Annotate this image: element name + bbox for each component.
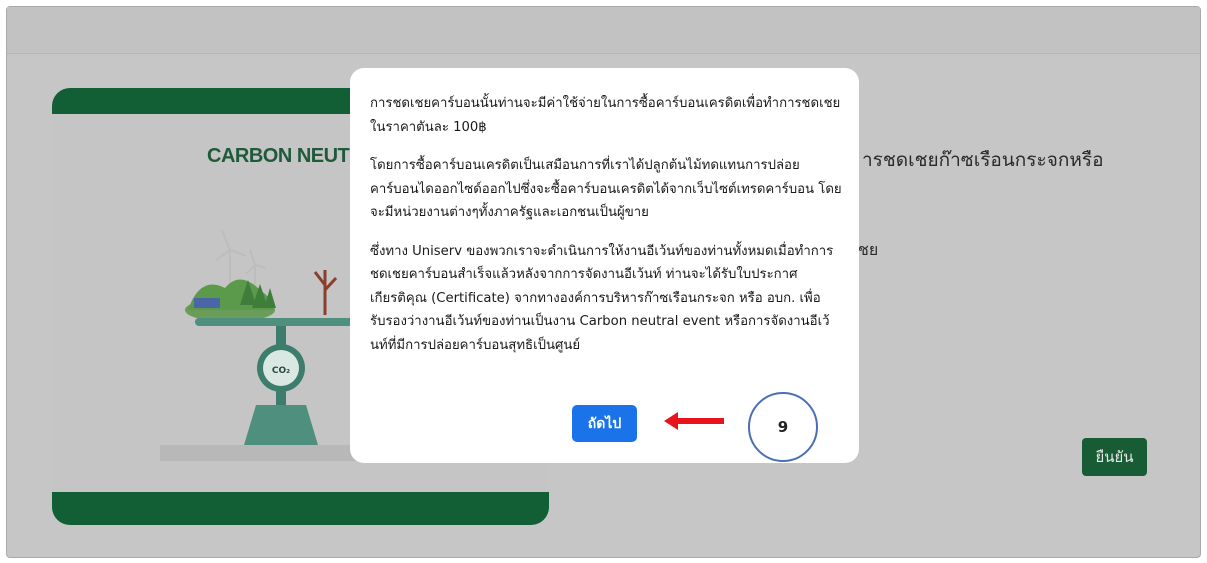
card-title: CARBON NEUT <box>207 145 350 167</box>
step-number-badge: 9 <box>748 392 818 462</box>
modal-paragraph-credit: โดยการซื้อคาร์บอนเครดิตเป็นเสมือนการที่เ… <box>370 158 842 220</box>
modal-body[interactable]: การชดเชยคาร์บอนนั้นท่านจะมีค่าใช้จ่ายในก… <box>370 92 845 388</box>
solar-panel-icon <box>194 298 220 308</box>
background-subtext: ชย <box>858 240 879 259</box>
top-bar <box>7 7 1200 54</box>
co2-label: CO₂ <box>272 366 290 376</box>
modal-paragraph-certificate: ซึ่งทาง Uniserv ของพวกเราจะดำเนินการให้ง… <box>370 243 834 353</box>
carbon-scale-illustration: CO₂ <box>160 229 360 461</box>
step-number: 9 <box>777 418 789 436</box>
next-button[interactable]: ถัดไป <box>572 405 637 442</box>
dead-tree-icon <box>313 270 338 315</box>
background-heading: ารชดเชยก๊าซเรือนกระจกหรือ <box>862 149 1104 171</box>
red-arrow-annotation-icon <box>664 412 724 430</box>
card-bottom-band <box>52 492 549 525</box>
modal-paragraph-cost: การชดเชยคาร์บอนนั้นท่านจะมีค่าใช้จ่ายในก… <box>370 96 841 135</box>
confirm-button[interactable]: ยืนยัน <box>1082 438 1147 476</box>
